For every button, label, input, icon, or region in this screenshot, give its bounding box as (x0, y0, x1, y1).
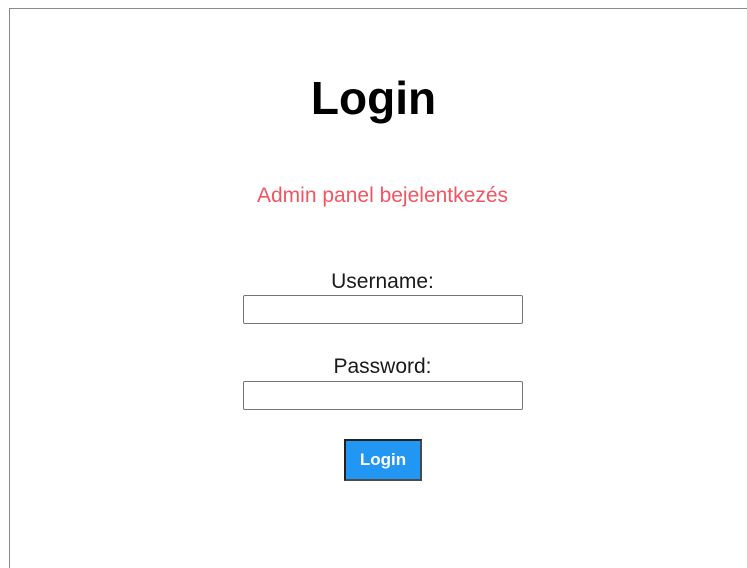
password-label: Password: (333, 355, 432, 378)
page-subtitle: Admin panel bejelentkezés (257, 184, 508, 207)
page-title: Login (310, 72, 437, 124)
username-input[interactable] (243, 295, 523, 324)
login-button[interactable]: Login (344, 439, 422, 481)
username-label: Username: (331, 270, 434, 293)
password-input[interactable] (243, 381, 523, 410)
